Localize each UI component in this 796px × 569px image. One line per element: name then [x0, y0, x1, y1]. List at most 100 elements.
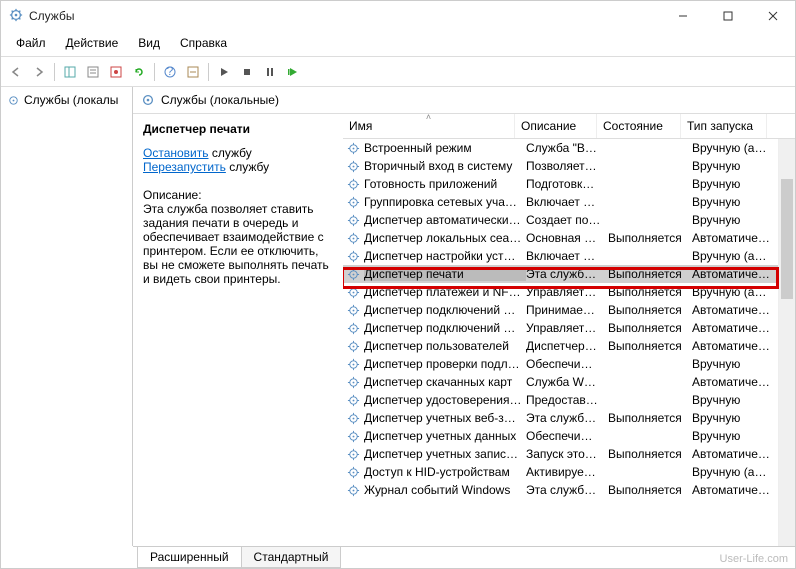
col-state[interactable]: Состояние: [597, 114, 681, 138]
cell-startup: Автоматиче…: [692, 375, 770, 389]
service-row[interactable]: Диспетчер скачанных картСлужба W…Автомат…: [343, 373, 778, 391]
gear-icon: [347, 322, 360, 335]
cell-startup: Вручную: [692, 357, 770, 371]
properties-button[interactable]: [82, 61, 104, 83]
services-list: Имя Описание Состояние Тип запуска Встро…: [343, 114, 795, 546]
cell-name: Диспетчер пользователей: [364, 339, 526, 353]
cell-startup: Вручную: [692, 159, 770, 173]
gear-icon: [347, 142, 360, 155]
service-row[interactable]: Диспетчер печатиЭта служб…ВыполняетсяАвт…: [343, 265, 778, 283]
gear-icon: [347, 304, 360, 317]
service-row[interactable]: Диспетчер локальных сеа…Основная …Выполн…: [343, 229, 778, 247]
action-button[interactable]: [182, 61, 204, 83]
gear-icon: [347, 430, 360, 443]
details-panel: Диспетчер печати Остановить службу Перез…: [133, 114, 343, 546]
minimize-button[interactable]: [660, 1, 705, 31]
tree-item-services[interactable]: Службы (локалы: [5, 91, 128, 109]
service-row[interactable]: Диспетчер пользователейДиспетчер…Выполня…: [343, 337, 778, 355]
service-row[interactable]: Журнал событий WindowsЭта служб…Выполняе…: [343, 481, 778, 499]
cell-description: Основная …: [526, 231, 608, 245]
show-hide-button[interactable]: [59, 61, 81, 83]
cell-description: Обеспечи…: [526, 429, 608, 443]
back-button[interactable]: [5, 61, 27, 83]
restart-button[interactable]: [282, 61, 304, 83]
maximize-button[interactable]: [705, 1, 750, 31]
cell-name: Диспетчер настройки устр…: [364, 249, 526, 263]
forward-button[interactable]: [28, 61, 50, 83]
cell-name: Готовность приложений: [364, 177, 526, 191]
gear-icon: [347, 214, 360, 227]
service-row[interactable]: Диспетчер учетных веб-за…Эта служб…Выпол…: [343, 409, 778, 427]
menu-view[interactable]: Вид: [129, 33, 169, 53]
service-row[interactable]: Готовность приложенийПодготовк…Вручную: [343, 175, 778, 193]
cell-description: Запуск это…: [526, 447, 608, 461]
col-description[interactable]: Описание: [515, 114, 597, 138]
column-headers: Имя Описание Состояние Тип запуска: [343, 114, 795, 139]
cell-startup: Автоматиче…: [692, 321, 770, 335]
tree-panel: Службы (локалы: [1, 87, 133, 546]
export-button[interactable]: [105, 61, 127, 83]
cell-name: Диспетчер учетных веб-за…: [364, 411, 526, 425]
gear-icon: [347, 448, 360, 461]
service-row[interactable]: Группировка сетевых учас…Включает …Вручн…: [343, 193, 778, 211]
cell-startup: Вручную (ак…: [692, 249, 770, 263]
gear-icon: [347, 466, 360, 479]
service-row[interactable]: Доступ к HID-устройствамАктивируе…Вручну…: [343, 463, 778, 481]
service-row[interactable]: Диспетчер подключений …Принимае…Выполняе…: [343, 301, 778, 319]
cell-description: Эта служб…: [526, 411, 608, 425]
description-label: Описание:: [143, 188, 333, 202]
cell-description: Предостав…: [526, 393, 608, 407]
service-row[interactable]: Встроенный режимСлужба "В…Вручную (ак…: [343, 139, 778, 157]
menu-action[interactable]: Действие: [57, 33, 128, 53]
service-row[interactable]: Диспетчер учетных данныхОбеспечи…Вручную: [343, 427, 778, 445]
cell-state: Выполняется: [608, 447, 692, 461]
cell-state: Выполняется: [608, 231, 692, 245]
tab-extended[interactable]: Расширенный: [137, 547, 242, 568]
gear-icon: [347, 376, 360, 389]
service-row[interactable]: Диспетчер платежей и NF…Управляет…Выполн…: [343, 283, 778, 301]
gear-icon: [347, 286, 360, 299]
play-button[interactable]: [213, 61, 235, 83]
cell-name: Вторичный вход в систему: [364, 159, 526, 173]
gear-icon: [347, 484, 360, 497]
cell-state: Выполняется: [608, 303, 692, 317]
panel-header: Службы (локальные): [133, 87, 795, 114]
service-row[interactable]: Диспетчер удостоверения …Предостав…Вручн…: [343, 391, 778, 409]
close-button[interactable]: [750, 1, 795, 31]
cell-state: Выполняется: [608, 339, 692, 353]
service-row[interactable]: Диспетчер учетных записе…Запуск это…Выпо…: [343, 445, 778, 463]
stop-link[interactable]: Остановить: [143, 146, 209, 160]
help-button[interactable]: ?: [159, 61, 181, 83]
restart-link[interactable]: Перезапустить: [143, 160, 226, 174]
cell-name: Встроенный режим: [364, 141, 526, 155]
cell-description: Включает …: [526, 249, 608, 263]
gear-icon: [347, 178, 360, 191]
vertical-scrollbar[interactable]: [778, 139, 795, 546]
col-startup[interactable]: Тип запуска: [681, 114, 767, 138]
service-row[interactable]: Диспетчер настройки устр…Включает … Вручн…: [343, 247, 778, 265]
services-window: Службы Файл Действие Вид Справка ?: [0, 0, 796, 569]
gear-icon: [9, 8, 23, 25]
cell-name: Диспетчер подключений …: [364, 303, 526, 317]
cell-name: Диспетчер скачанных карт: [364, 375, 526, 389]
service-row[interactable]: Диспетчер подключений …Управляет…Выполня…: [343, 319, 778, 337]
view-tabs: Расширенный Стандартный: [133, 546, 795, 568]
stop-button[interactable]: [236, 61, 258, 83]
service-row[interactable]: Вторичный вход в системуПозволяет…Вручну…: [343, 157, 778, 175]
service-row[interactable]: Диспетчер автоматически…Создает по…Вручн…: [343, 211, 778, 229]
menu-file[interactable]: Файл: [7, 33, 55, 53]
refresh-button[interactable]: [128, 61, 150, 83]
gear-icon: [347, 250, 360, 263]
cell-name: Журнал событий Windows: [364, 483, 526, 497]
selected-service-name: Диспетчер печати: [143, 122, 333, 136]
pause-button[interactable]: [259, 61, 281, 83]
cell-description: Диспетчер…: [526, 339, 608, 353]
cell-description: Обеспечи…: [526, 357, 608, 371]
svg-text:?: ?: [167, 65, 174, 78]
cell-description: Активируе…: [526, 465, 608, 479]
tab-standard[interactable]: Стандартный: [241, 547, 342, 568]
cell-description: Управляет…: [526, 321, 608, 335]
service-row[interactable]: Диспетчер проверки подл…Обеспечи…Вручную: [343, 355, 778, 373]
col-name[interactable]: Имя: [343, 114, 515, 138]
menu-help[interactable]: Справка: [171, 33, 236, 53]
